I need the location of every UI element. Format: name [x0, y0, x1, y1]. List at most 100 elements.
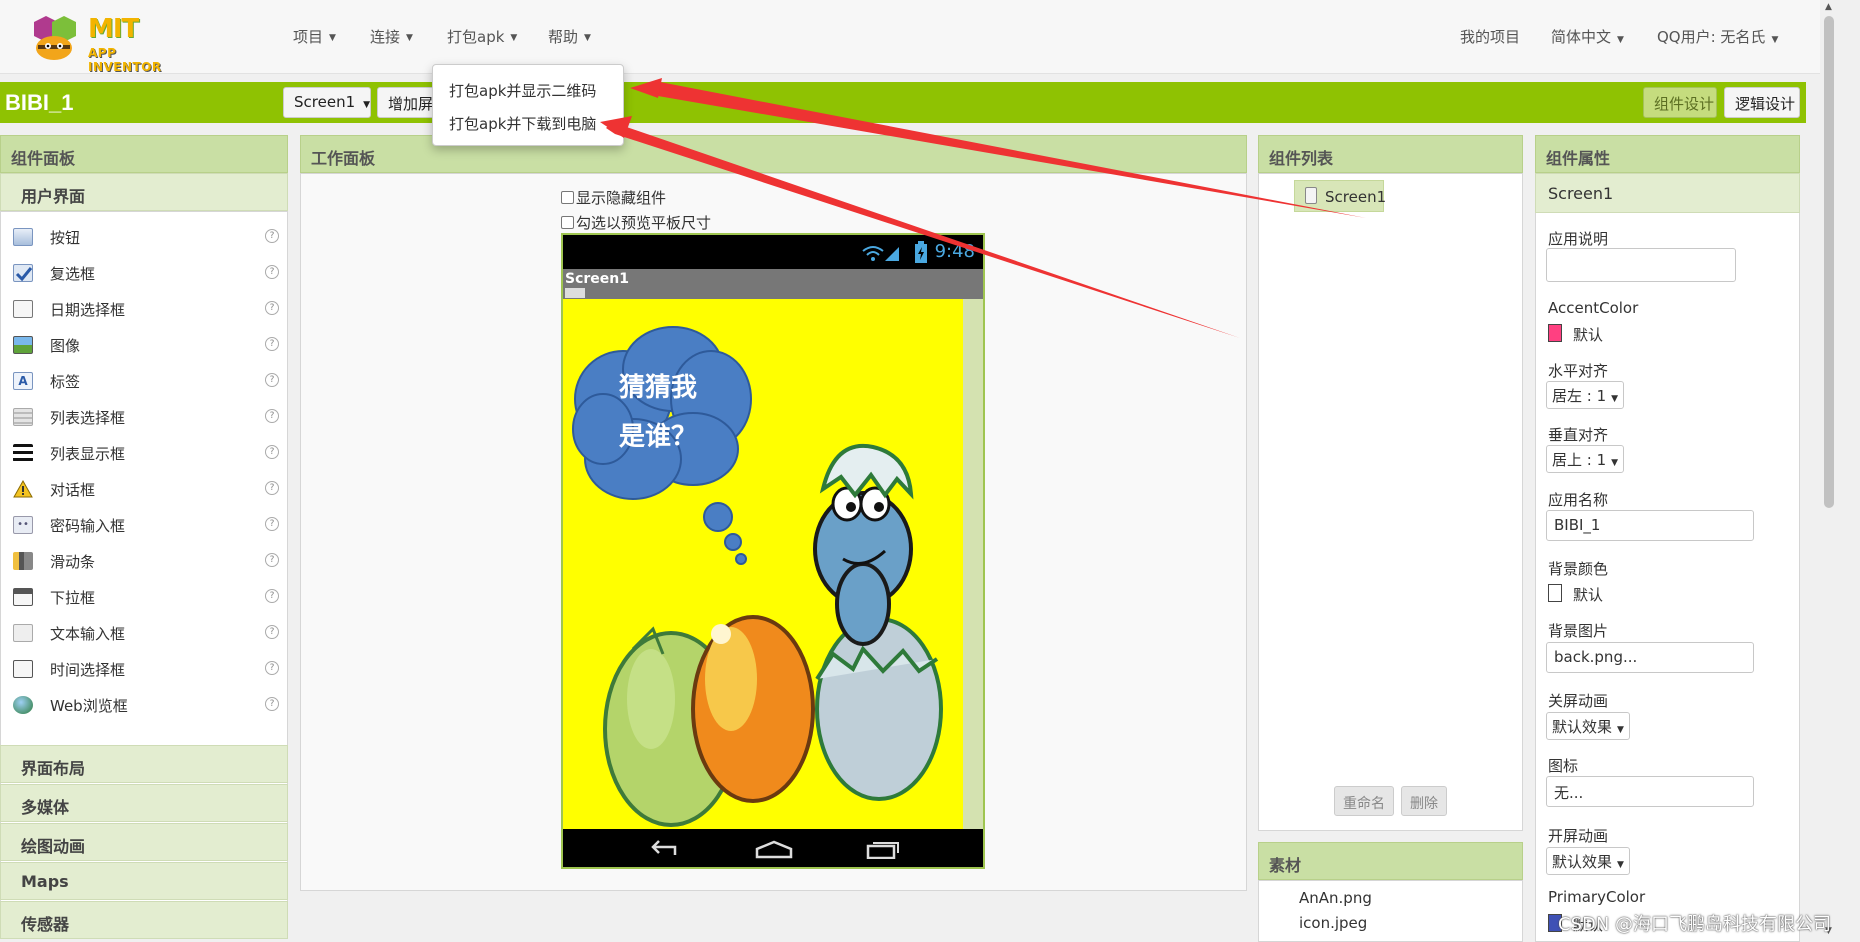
palette-item-datepicker[interactable]: 日期选择框 ? [1, 291, 289, 327]
button-icon [13, 228, 33, 246]
close-anim-select[interactable]: 默认效果 ▼ [1546, 712, 1630, 740]
designer-button[interactable]: 组件设计 [1643, 87, 1717, 118]
category-layout[interactable]: 界面布局 [0, 745, 288, 783]
caret-down-icon: ▼ [1771, 35, 1779, 45]
help-icon[interactable]: ? [265, 229, 279, 243]
home-icon[interactable] [755, 839, 793, 859]
language-menu[interactable]: 简体中文 ▼ [1551, 26, 1624, 47]
phone-title-bar: Screen1 [563, 269, 983, 299]
help-icon[interactable]: ? [265, 625, 279, 639]
palette-item-label[interactable]: A 标签 ? [1, 363, 289, 399]
user-menu[interactable]: QQ用户: 无名氏 ▼ [1657, 26, 1778, 47]
media-file[interactable]: AnAn.png [1299, 889, 1372, 907]
build-download-item[interactable]: 打包apk并下载到电脑 [449, 113, 596, 134]
scroll-thumb[interactable] [1824, 16, 1834, 508]
rename-button[interactable]: 重命名 [1334, 786, 1394, 816]
category-media[interactable]: 多媒体 [0, 784, 288, 822]
scroll-up-icon[interactable]: ▲ [1825, 2, 1832, 12]
tree-item-screen1[interactable]: Screen1 [1294, 180, 1386, 212]
palette-item-webviewer[interactable]: Web浏览框 ? [1, 687, 289, 723]
menu-project[interactable]: 项目 ▼ [293, 26, 336, 47]
accent-color-swatch[interactable] [1548, 324, 1562, 342]
back-icon[interactable] [645, 839, 681, 859]
components-header: 组件列表 [1258, 135, 1523, 173]
csdn-watermark: CSDN @海口飞鹏岛科技有限公司 [1558, 914, 1832, 935]
screen-select[interactable]: Screen1 ▼ [283, 87, 371, 118]
palette-item-button[interactable]: 按钮 ? [1, 219, 289, 255]
prop-accent-label: AccentColor [1548, 299, 1639, 317]
menu-help[interactable]: 帮助 ▼ [548, 26, 591, 47]
app-inventor-logo[interactable]: MIT APP INVENTOR [26, 12, 186, 74]
delete-button[interactable]: 删除 [1401, 786, 1447, 816]
category-maps[interactable]: Maps [0, 862, 288, 900]
halign-select[interactable]: 居左 : 1 ▼ [1546, 381, 1625, 409]
help-icon[interactable]: ? [265, 265, 279, 279]
show-hidden-checkbox[interactable]: 显示隐藏组件 [561, 187, 666, 208]
checkbox-box[interactable] [561, 216, 574, 229]
bgcolor-value[interactable]: 默认 [1573, 584, 1603, 605]
icon-input[interactable]: 无... [1546, 776, 1754, 807]
caret-down-icon: ▼ [329, 32, 336, 43]
prop-about-textarea[interactable] [1546, 248, 1736, 282]
palette-item-textbox[interactable]: 文本输入框 ? [1, 615, 289, 651]
blocks-button[interactable]: 逻辑设计 [1724, 87, 1800, 118]
prop-primary-label: PrimaryColor [1548, 888, 1646, 906]
tablet-preview-checkbox[interactable]: 勾选以预览平板尺寸 [561, 212, 711, 233]
category-user-interface[interactable]: 用户界面 [0, 173, 288, 211]
help-icon[interactable]: ? [265, 517, 279, 531]
listview-icon [13, 444, 33, 462]
screen-icon [1305, 187, 1317, 204]
bgcolor-swatch[interactable] [1548, 584, 1562, 602]
help-icon[interactable]: ? [265, 553, 279, 567]
media-panel: AnAn.png icon.jpeg [1258, 880, 1523, 942]
phone-screen[interactable]: 猜猜我 是谁？ [563, 299, 983, 829]
help-icon[interactable]: ? [265, 409, 279, 423]
checkbox-icon [13, 264, 33, 282]
open-anim-select[interactable]: 默认效果 ▼ [1546, 847, 1630, 875]
palette-item-passwordtextbox[interactable]: •• 密码输入框 ? [1, 507, 289, 543]
category-sensors[interactable]: 传感器 [0, 901, 288, 939]
signal-icon [862, 246, 899, 261]
checkbox-box[interactable] [561, 191, 574, 204]
category-drawing-animation[interactable]: 绘图动画 [0, 823, 288, 861]
page-scrollbar[interactable]: ▲ ▼ [1820, 0, 1860, 942]
help-icon[interactable]: ? [265, 697, 279, 711]
help-icon[interactable]: ? [265, 481, 279, 495]
help-icon[interactable]: ? [265, 589, 279, 603]
bee-logo-icon [34, 16, 76, 60]
prop-halign-label: 水平对齐 [1548, 362, 1609, 380]
palette-item-timepicker[interactable]: 时间选择框 ? [1, 651, 289, 687]
battery-icon [915, 241, 927, 263]
palette-item-image[interactable]: 图像 ? [1, 327, 289, 363]
help-icon[interactable]: ? [265, 661, 279, 675]
help-icon[interactable]: ? [265, 373, 279, 387]
appname-input[interactable]: BIBI_1 [1546, 510, 1754, 541]
phone-nav-bar [563, 829, 983, 867]
help-icon[interactable]: ? [265, 301, 279, 315]
globe-icon [13, 696, 33, 714]
menu-build[interactable]: 打包apk ▼ [447, 26, 517, 47]
help-icon[interactable]: ? [265, 445, 279, 459]
menu-connect[interactable]: 连接 ▼ [370, 26, 413, 47]
palette-item-checkbox[interactable]: 复选框 ? [1, 255, 289, 291]
spinner-icon [13, 588, 33, 606]
palette-item-notifier[interactable]: 对话框 ? [1, 471, 289, 507]
valign-select[interactable]: 居上 : 1 ▼ [1546, 445, 1625, 473]
help-icon[interactable]: ? [265, 337, 279, 351]
palette-item-spinner[interactable]: 下拉框 ? [1, 579, 289, 615]
slider-icon [13, 552, 33, 570]
my-projects-link[interactable]: 我的项目 [1460, 26, 1520, 47]
logo-text-sub: APP INVENTOR [88, 46, 162, 74]
prop-bgimage-label: 背景图片 [1548, 622, 1609, 640]
palette-item-listview[interactable]: 列表显示框 ? [1, 435, 289, 471]
bgimage-input[interactable]: back.png... [1546, 642, 1754, 673]
label-icon: A [13, 372, 33, 390]
accent-color-value[interactable]: 默认 [1573, 324, 1603, 345]
build-show-qr-item[interactable]: 打包apk并显示二维码 [449, 80, 596, 101]
recents-icon[interactable] [865, 839, 901, 859]
palette-item-listpicker[interactable]: 列表选择框 ? [1, 399, 289, 435]
palette-item-slider[interactable]: 滑动条 ? [1, 543, 289, 579]
media-file[interactable]: icon.jpeg [1299, 914, 1367, 932]
caret-down-icon: ▼ [1617, 860, 1624, 870]
palette-header: 组件面板 [0, 135, 288, 173]
